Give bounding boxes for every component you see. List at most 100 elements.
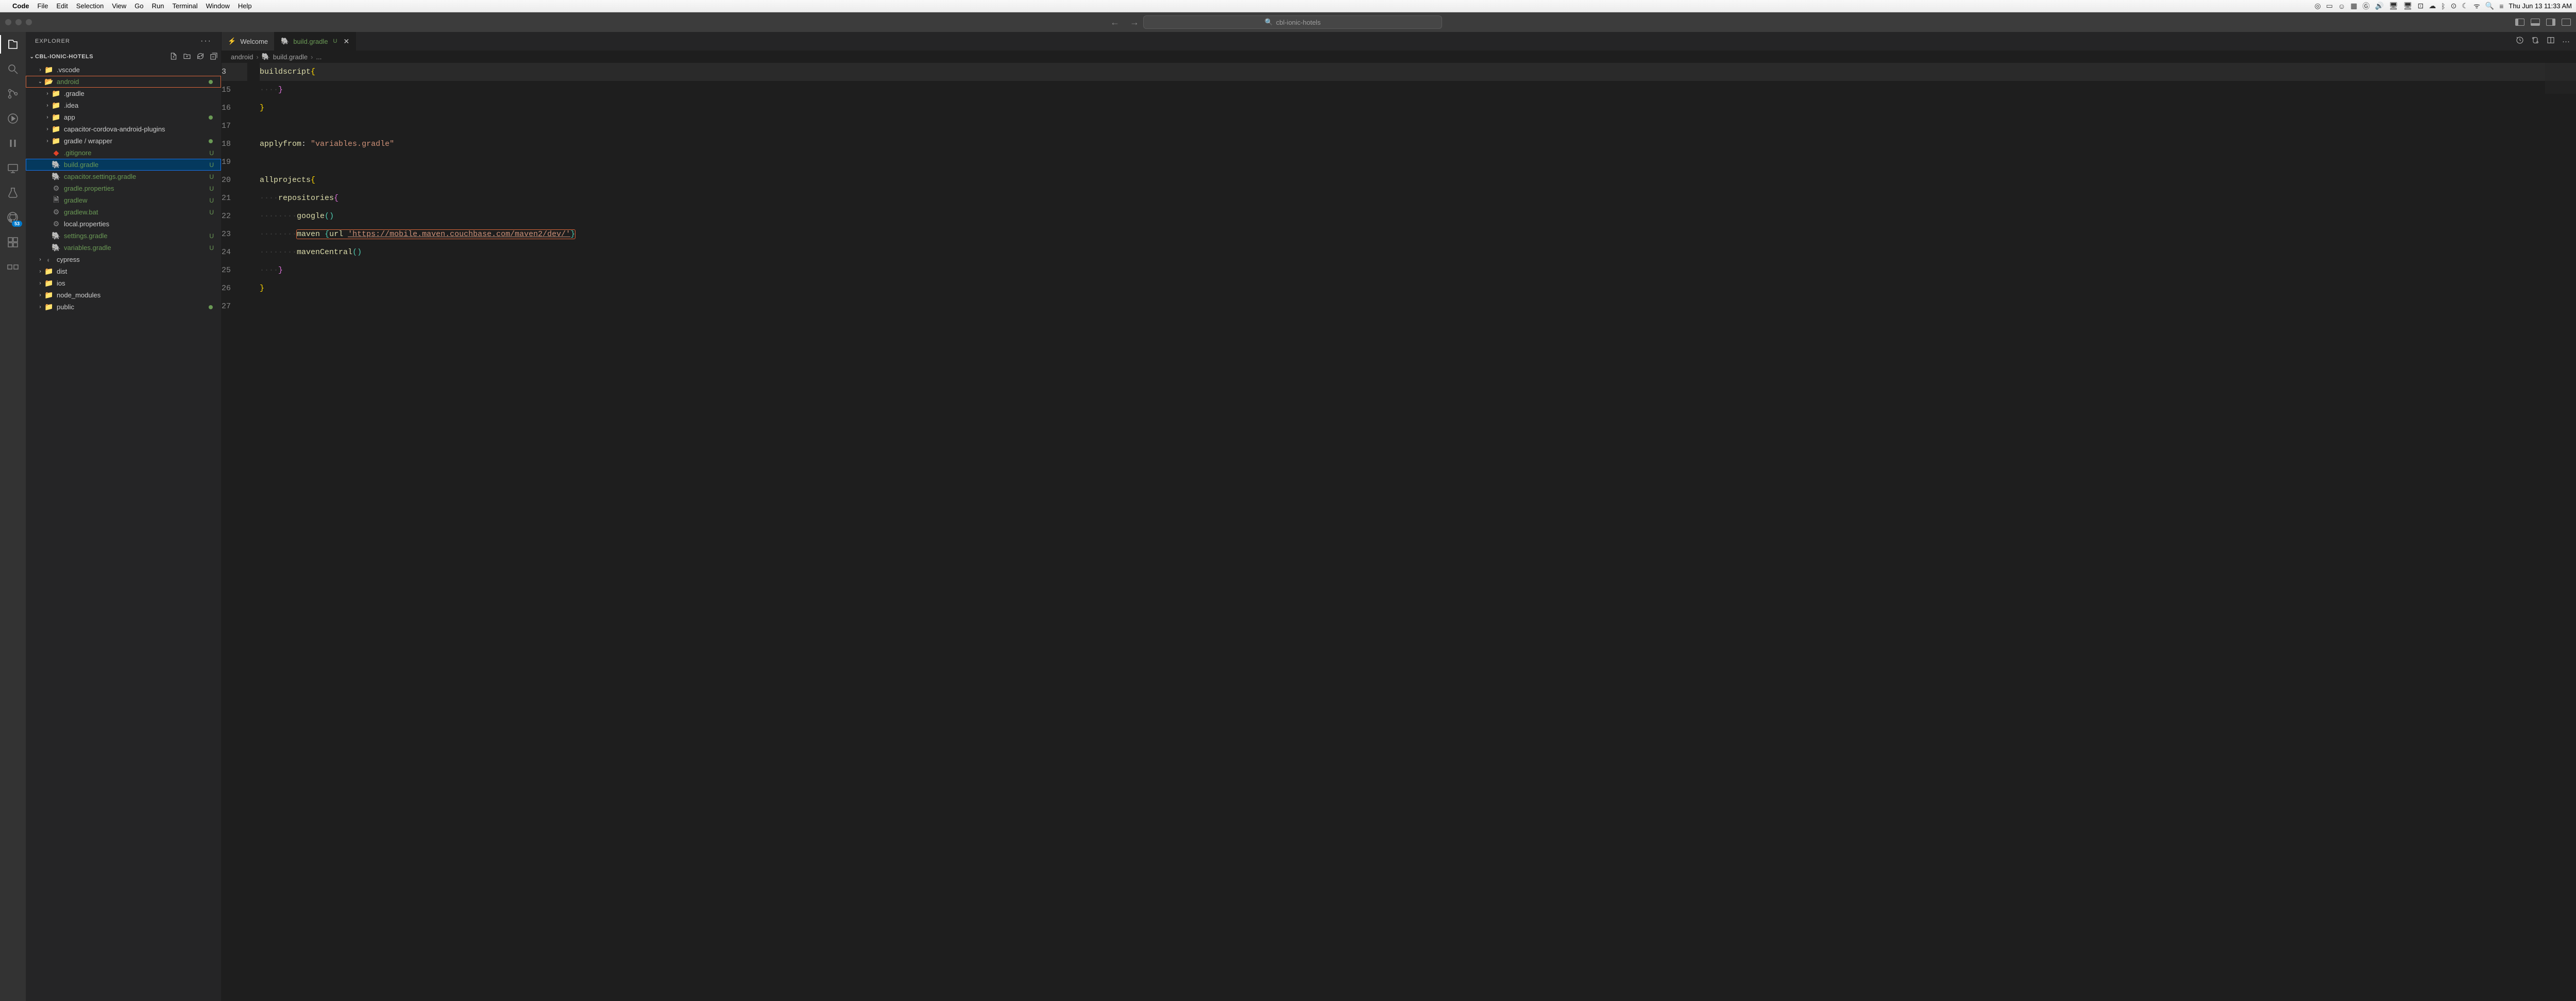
code-line[interactable]: allprojects { (260, 171, 2576, 189)
tree-item[interactable]: ›📁app (26, 111, 221, 123)
debug-pause-icon[interactable] (6, 136, 20, 151)
wifi-icon[interactable]: ᯤ (2473, 1, 2480, 11)
new-file-icon[interactable] (170, 52, 178, 62)
menu-edit[interactable]: Edit (56, 2, 67, 10)
tree-item[interactable]: ⚙local.properties (26, 218, 221, 230)
bluetooth-icon[interactable]: ᛒ (2441, 2, 2445, 10)
statusbar-icon[interactable]: ▦ (2350, 2, 2357, 10)
breadcrumb[interactable]: android › 🐘 build.gradle › ... (222, 51, 2576, 63)
code-line[interactable]: ········mavenCentral() (260, 243, 2576, 261)
tree-item[interactable]: ⚙gradle.propertiesU (26, 182, 221, 194)
menu-help[interactable]: Help (238, 2, 252, 10)
editor-content[interactable]: 315161718192021222324252627 buildscript … (222, 63, 2576, 1001)
tree-item[interactable]: 🐘settings.gradleU (26, 230, 221, 242)
app-name[interactable]: Code (12, 2, 29, 10)
tree-item[interactable]: ›📁.idea (26, 99, 221, 111)
tree-item[interactable]: ›📁.gradle (26, 88, 221, 99)
extensions-icon[interactable] (6, 235, 20, 249)
more-icon[interactable] (6, 260, 20, 274)
tab-buildgradle[interactable]: 🐘 build.gradle U ✕ (275, 32, 356, 51)
window-minimize-button[interactable] (15, 19, 22, 25)
source-control-icon[interactable] (6, 87, 20, 101)
new-folder-icon[interactable] (183, 52, 191, 62)
statusbar-icon[interactable]: ⊡ (2418, 2, 2424, 10)
tree-item[interactable]: ⚙gradlew.batU (26, 206, 221, 218)
menu-view[interactable]: View (112, 2, 126, 10)
split-editor-icon[interactable] (2547, 36, 2555, 46)
run-debug-icon[interactable] (6, 111, 20, 126)
explorer-icon[interactable] (6, 37, 20, 52)
tree-item[interactable]: ◆.gitignoreU (26, 147, 221, 159)
volume-icon[interactable]: 🔊 (2375, 2, 2384, 10)
tree-item[interactable]: ›📁gradle / wrapper (26, 135, 221, 147)
menu-terminal[interactable]: Terminal (173, 2, 198, 10)
more-actions-icon[interactable]: ··· (2562, 37, 2570, 46)
tree-item[interactable]: ›📁public (26, 301, 221, 313)
window-close-button[interactable] (5, 19, 11, 25)
statusbar-icon[interactable]: 🖥 (2403, 2, 2413, 10)
diff-icon[interactable] (2531, 36, 2539, 46)
sidebar-section-header[interactable]: ⌄ CBL-IONIC-HOTELS (26, 51, 221, 63)
toggle-sidebar-right-icon[interactable] (2546, 19, 2555, 26)
nav-forward-button[interactable]: → (1130, 17, 1139, 28)
minimap[interactable] (2545, 63, 2576, 94)
remote-icon[interactable] (6, 161, 20, 175)
clock[interactable]: Thu Jun 13 11:33 AM (2509, 2, 2572, 10)
menu-run[interactable]: Run (152, 2, 164, 10)
explorer-more-icon[interactable]: ··· (200, 37, 212, 46)
code-line[interactable]: buildscript { (260, 63, 2576, 81)
control-center-icon[interactable]: ≡ (2499, 2, 2503, 10)
close-icon[interactable]: ✕ (344, 37, 350, 46)
statusbar-icon[interactable]: Ⓖ (2363, 1, 2370, 11)
code-line[interactable]: } (260, 99, 2576, 117)
tree-item[interactable]: 🐘variables.gradleU (26, 242, 221, 254)
menu-window[interactable]: Window (206, 2, 230, 10)
customize-layout-icon[interactable] (2562, 19, 2571, 26)
tree-item[interactable]: ›📁.vscode (26, 64, 221, 76)
menu-selection[interactable]: Selection (76, 2, 104, 10)
search-icon[interactable]: 🔍 (2485, 2, 2494, 10)
nav-back-button[interactable]: ← (1110, 17, 1120, 28)
tree-item[interactable]: 🐘capacitor.settings.gradleU (26, 171, 221, 182)
code-line[interactable]: ········maven {url 'https://mobile.maven… (260, 225, 2576, 243)
tree-item[interactable]: ›📁ios (26, 277, 221, 289)
testing-icon[interactable] (6, 186, 20, 200)
breadcrumb-segment[interactable]: build.gradle (273, 53, 308, 61)
code-line[interactable] (260, 153, 2576, 171)
tree-item[interactable]: ›◐cypress (26, 254, 221, 265)
tree-item[interactable]: ›📁capacitor-cordova-android-plugins (26, 123, 221, 135)
statusbar-icon[interactable]: ☺ (2338, 2, 2345, 10)
statusbar-icon[interactable]: 🖥 (2389, 2, 2398, 10)
code-line[interactable] (260, 297, 2576, 315)
tree-item[interactable]: ⌄📂android (26, 76, 221, 88)
breadcrumb-segment[interactable]: android (231, 53, 253, 61)
menu-go[interactable]: Go (134, 2, 143, 10)
code-line[interactable]: ········google() (260, 207, 2576, 225)
statusbar-icon[interactable]: ⊙ (2451, 2, 2457, 10)
dnd-icon[interactable]: ☾ (2462, 2, 2468, 10)
code-line[interactable]: apply from: "variables.gradle" (260, 135, 2576, 153)
statusbar-icon[interactable]: ☁ (2429, 2, 2436, 10)
code-line[interactable]: ····} (260, 261, 2576, 279)
tree-item[interactable]: ›📁dist (26, 265, 221, 277)
code-line[interactable]: } (260, 279, 2576, 297)
code-line[interactable]: ····repositories { (260, 189, 2576, 207)
code-line[interactable] (260, 117, 2576, 135)
refresh-icon[interactable] (196, 52, 205, 62)
toggle-sidebar-left-icon[interactable] (2515, 19, 2524, 26)
tree-item[interactable]: 🐘build.gradleU (26, 159, 221, 171)
timeline-icon[interactable] (2516, 36, 2524, 46)
statusbar-icon[interactable]: ▭ (2326, 2, 2333, 10)
github-icon[interactable]: 53 (6, 210, 20, 225)
command-center[interactable]: 🔍 cbl-ionic-hotels (1143, 15, 1442, 29)
tree-item[interactable]: ›📁node_modules (26, 289, 221, 301)
breadcrumb-segment[interactable]: ... (316, 53, 321, 61)
toggle-panel-icon[interactable] (2531, 19, 2540, 26)
code-line[interactable]: ····} (260, 81, 2576, 99)
window-zoom-button[interactable] (26, 19, 32, 25)
search-icon[interactable] (6, 62, 20, 76)
statusbar-icon[interactable]: ◎ (2315, 2, 2321, 10)
tree-item[interactable]: 🗎gradlewU (26, 194, 221, 206)
menu-file[interactable]: File (38, 2, 48, 10)
tab-welcome[interactable]: ⚡ Welcome (222, 32, 275, 51)
